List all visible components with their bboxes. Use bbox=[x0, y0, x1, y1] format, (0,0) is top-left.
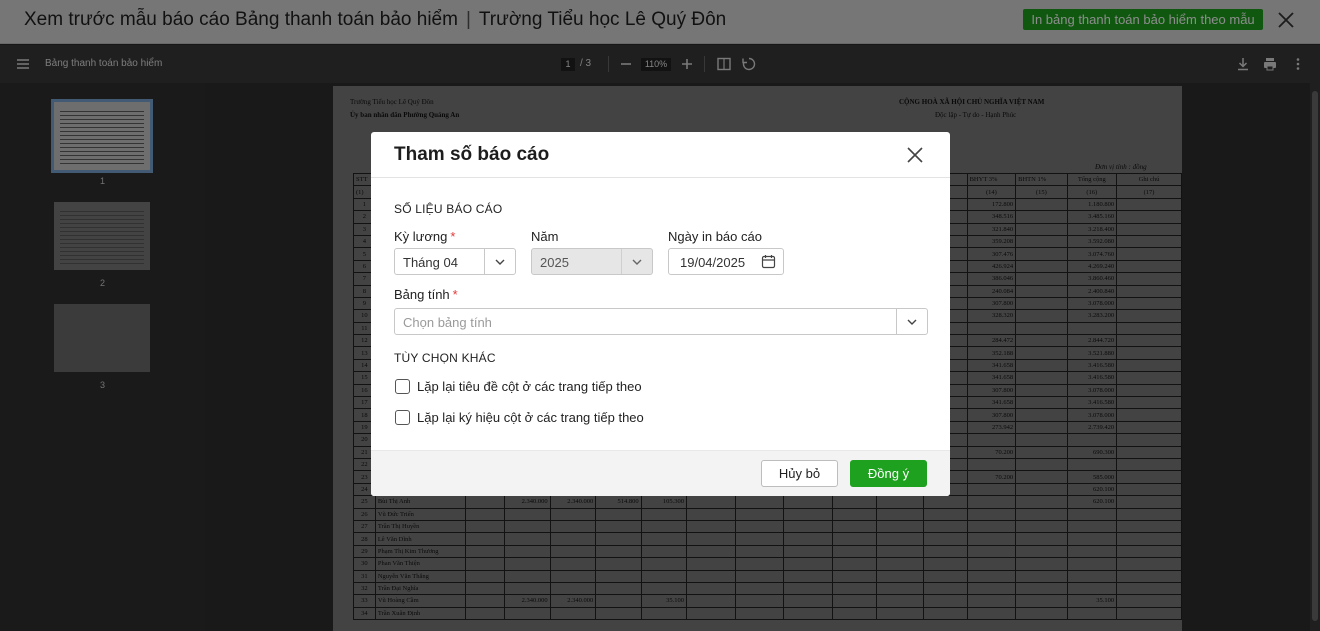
required-mark: * bbox=[450, 229, 456, 244]
sheet-label-text: Bảng tính bbox=[394, 287, 450, 302]
close-icon[interactable] bbox=[906, 146, 924, 164]
year-label: Năm bbox=[531, 229, 559, 244]
dialog-footer: Hủy bỏ Đồng ý bbox=[371, 450, 950, 496]
sheet-select-toggle[interactable] bbox=[896, 309, 927, 334]
dialog-title: Tham số báo cáo bbox=[394, 144, 550, 165]
sheet-label: Bảng tính * bbox=[394, 287, 458, 302]
repeat-symbol-label[interactable]: Lặp lại ký hiệu cột ở các trang tiếp the… bbox=[417, 410, 644, 425]
report-params-dialog: Tham số báo cáo SỐ LIỆU BÁO CÁO Kỳ lương… bbox=[371, 132, 950, 496]
chevron-down-icon bbox=[907, 319, 917, 325]
section-other-options: TÙY CHỌN KHÁC bbox=[394, 351, 496, 365]
period-select-value: Tháng 04 bbox=[403, 255, 458, 270]
year-select-value: 2025 bbox=[540, 255, 569, 270]
dialog-header: Tham số báo cáo bbox=[371, 132, 950, 178]
section-report-data: SỐ LIỆU BÁO CÁO bbox=[394, 202, 503, 216]
period-select-toggle[interactable] bbox=[484, 249, 515, 274]
repeat-symbol-checkbox[interactable] bbox=[395, 410, 410, 425]
period-label: Kỳ lương * bbox=[394, 229, 455, 244]
required-mark: * bbox=[452, 287, 458, 302]
sheet-select-placeholder: Chọn bảng tính bbox=[403, 315, 492, 330]
period-select[interactable]: Tháng 04 bbox=[394, 248, 516, 275]
print-date-input[interactable]: 19/04/2025 bbox=[668, 248, 784, 275]
chevron-down-icon bbox=[632, 259, 642, 265]
repeat-header-label[interactable]: Lặp lại tiêu đề cột ở các trang tiếp the… bbox=[417, 379, 642, 394]
period-label-text: Kỳ lương bbox=[394, 229, 448, 244]
chevron-down-icon bbox=[495, 259, 505, 265]
sheet-select[interactable]: Chọn bảng tính bbox=[394, 308, 928, 335]
cancel-button[interactable]: Hủy bỏ bbox=[761, 460, 838, 487]
confirm-button[interactable]: Đồng ý bbox=[850, 460, 927, 487]
repeat-header-checkbox[interactable] bbox=[395, 379, 410, 394]
year-select: 2025 bbox=[531, 248, 653, 275]
calendar-icon[interactable] bbox=[761, 254, 776, 269]
print-date-label: Ngày in báo cáo bbox=[668, 229, 762, 244]
print-date-value: 19/04/2025 bbox=[680, 255, 746, 270]
year-select-toggle bbox=[621, 249, 652, 274]
